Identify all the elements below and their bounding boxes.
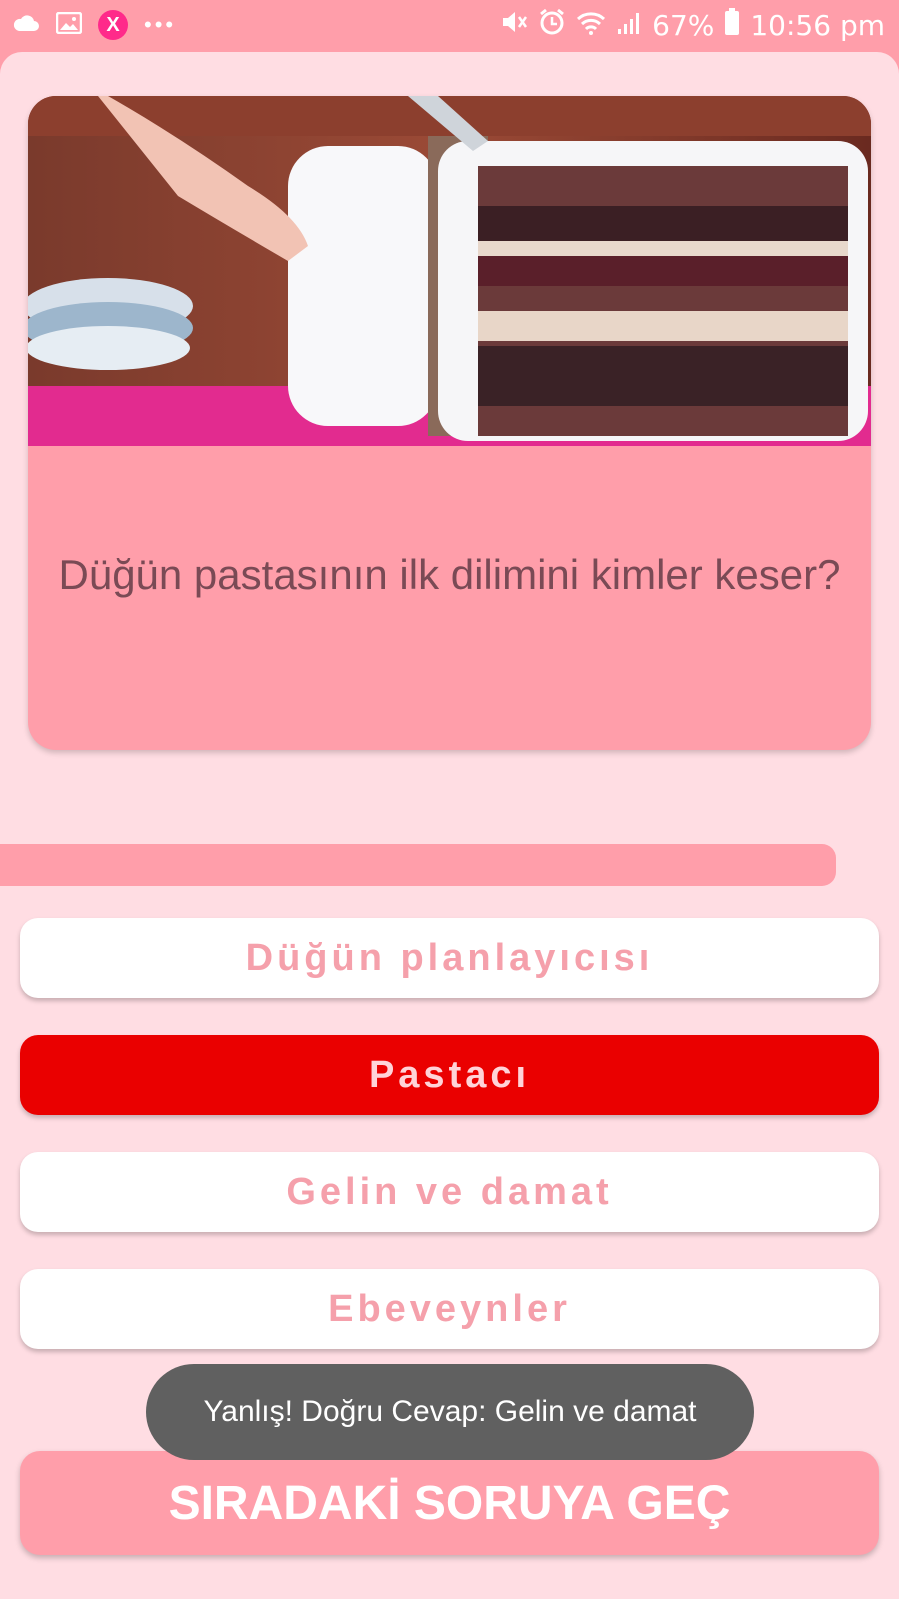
quiz-screen: Düğün pastasının ilk dilimini kimler kes… xyxy=(0,52,899,1599)
next-question-button[interactable]: SIRADAKİ SORUYA GEÇ xyxy=(20,1451,879,1555)
status-bar: X ••• 67% 10:56 pm xyxy=(0,0,899,52)
battery-percent: 67% xyxy=(652,9,715,42)
option-3-button[interactable]: Gelin ve damat xyxy=(20,1152,879,1232)
option-2-button[interactable]: Pastacı xyxy=(20,1035,879,1115)
answer-toast: Yanlış! Doğru Cevap: Gelin ve damat xyxy=(146,1364,754,1460)
battery-icon xyxy=(724,8,740,43)
question-card: Düğün pastasının ilk dilimini kimler kes… xyxy=(28,96,871,750)
app-notification-icon: X xyxy=(98,10,128,40)
wifi-icon xyxy=(576,9,606,42)
more-dots-icon: ••• xyxy=(144,12,177,37)
option-4-button[interactable]: Ebeveynler xyxy=(20,1269,879,1349)
mute-icon xyxy=(500,9,528,42)
clock: 10:56 pm xyxy=(750,9,885,42)
wedding-cake-image xyxy=(28,96,871,446)
gallery-icon xyxy=(55,11,83,39)
signal-icon xyxy=(616,9,642,42)
option-1-button[interactable]: Düğün planlayıcısı xyxy=(20,918,879,998)
cloud-icon xyxy=(12,13,40,38)
progress-bar xyxy=(0,844,837,886)
alarm-icon xyxy=(538,8,566,43)
question-text: Düğün pastasının ilk dilimini kimler kes… xyxy=(58,551,841,598)
